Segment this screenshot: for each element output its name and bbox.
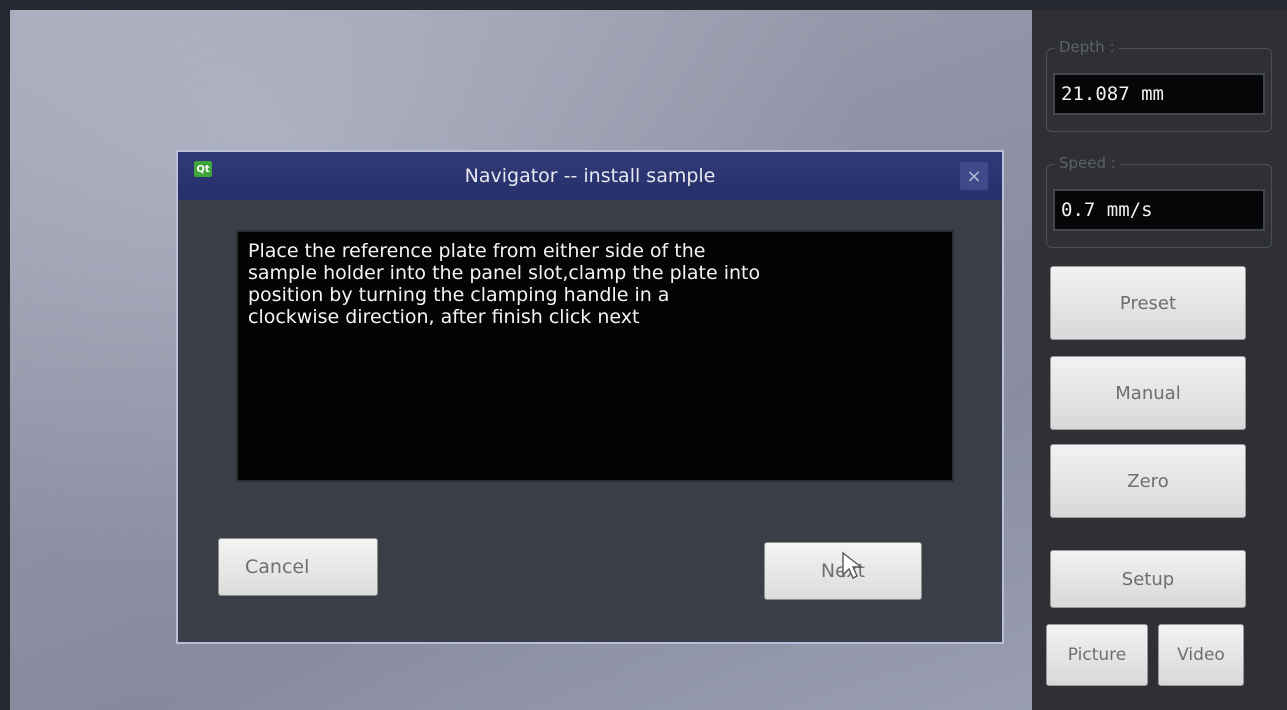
depth-label: Depth : (1055, 38, 1119, 56)
depth-readout: 21.087 mm (1053, 73, 1265, 115)
cancel-button[interactable]: Cancel (218, 538, 378, 596)
next-button[interactable]: Next (764, 542, 922, 600)
speed-label: Speed : (1055, 154, 1120, 172)
cancel-button-label: Cancel (245, 556, 310, 578)
close-icon[interactable]: × (960, 162, 988, 190)
manual-button[interactable]: Manual (1050, 356, 1246, 430)
instruction-message: Place the reference plate from either si… (236, 230, 954, 482)
video-button[interactable]: Video (1158, 624, 1244, 686)
mouse-cursor-icon (842, 551, 864, 579)
control-sidebar: Depth : 21.087 mm Speed : 0.7 mm/s Prese… (1032, 10, 1287, 710)
setup-button[interactable]: Setup (1050, 550, 1246, 608)
speed-readout: 0.7 mm/s (1053, 189, 1265, 231)
picture-button[interactable]: Picture (1046, 624, 1148, 686)
zero-button[interactable]: Zero (1050, 444, 1246, 518)
device-screen: Depth : 21.087 mm Speed : 0.7 mm/s Prese… (10, 10, 1287, 710)
speed-group: Speed : 0.7 mm/s (1046, 154, 1272, 248)
depth-group: Depth : 21.087 mm (1046, 38, 1272, 132)
dialog-titlebar[interactable]: Qt Navigator -- install sample × (178, 152, 1002, 200)
preset-button[interactable]: Preset (1050, 266, 1246, 340)
dialog-title: Navigator -- install sample (464, 165, 716, 187)
install-sample-dialog: Qt Navigator -- install sample × Place t… (176, 150, 1004, 644)
